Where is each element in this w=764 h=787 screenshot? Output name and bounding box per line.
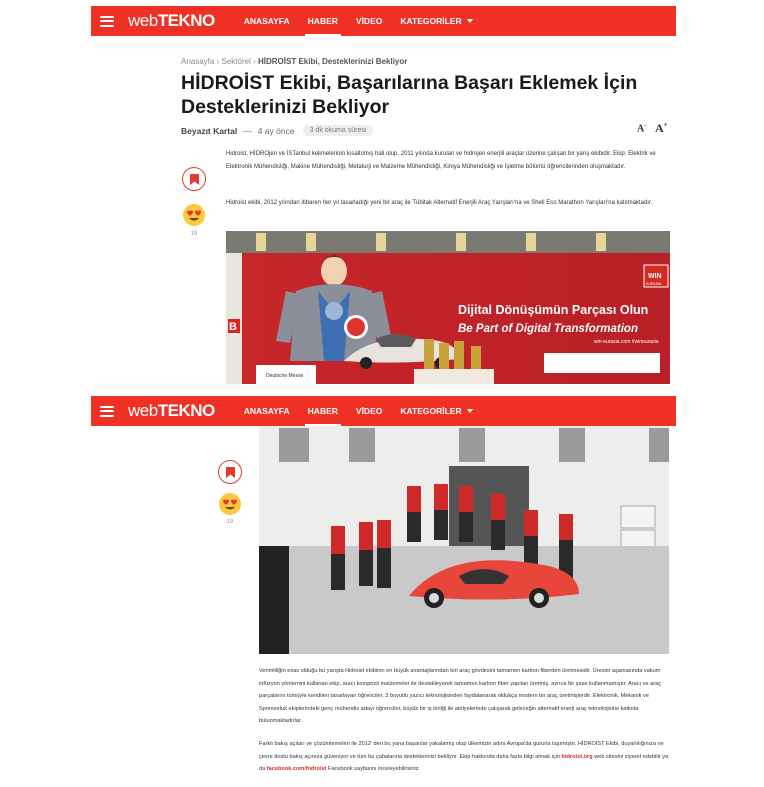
- heart-eyes-emoji-icon[interactable]: [182, 203, 206, 227]
- publish-time: 4 ay önce: [257, 125, 295, 136]
- bookmark-icon: [189, 173, 199, 185]
- top-navbar: webTEKNO ANASAYFA HABER VİDEO KATEGORİLE…: [91, 6, 676, 36]
- hidroist-link[interactable]: hidroist.org: [562, 754, 593, 760]
- banner-illustration: Dijital Dönüşümün Parçası Olun Be Part o…: [226, 231, 670, 384]
- bookmark-button[interactable]: [182, 167, 206, 191]
- screenshot-frame: webTEKNO ANASAYFA HABER VİDEO KATEGORİLE…: [0, 0, 764, 787]
- nav-haber[interactable]: HABER: [299, 396, 347, 426]
- banner-left-letter: B: [229, 321, 237, 333]
- win-badge: WIN: [648, 273, 662, 280]
- breadcrumb-home[interactable]: Anasayfa: [181, 57, 214, 66]
- nav-kategoriler[interactable]: KATEGORİLER: [391, 396, 481, 426]
- banner-line2: Be Part of Digital Transformation: [458, 323, 638, 335]
- chevron-down-icon: [466, 19, 473, 23]
- author-name[interactable]: Beyazıt Kartal: [181, 126, 237, 136]
- team-photo: [259, 426, 669, 654]
- font-increase-button[interactable]: A+: [655, 121, 668, 136]
- font-decrease-button[interactable]: A-: [637, 123, 646, 134]
- reaction-count: 19: [226, 519, 234, 525]
- heart-eyes-emoji-icon[interactable]: [218, 492, 242, 516]
- menu-icon[interactable]: [100, 15, 114, 27]
- reaction-count: 19: [190, 231, 198, 237]
- facebook-link[interactable]: facebook.com/hidroist: [267, 766, 327, 772]
- article-banner-image: Dijital Dönüşümün Parçası Olun Be Part o…: [226, 231, 670, 384]
- article-meta: Beyazıt Kartal — 4 ay önce 3 dk okuma sü…: [181, 125, 374, 136]
- menu-icon[interactable]: [100, 405, 114, 417]
- chevron-down-icon: [466, 409, 473, 413]
- breadcrumb-current: HİDROİST Ekibi, Desteklerinizi Bekliyor: [258, 57, 408, 66]
- nav-kategoriler[interactable]: KATEGORİLER: [391, 6, 481, 36]
- banner-footer-left: Deutsche Messe: [266, 373, 303, 379]
- breadcrumb-category[interactable]: Sektörel: [222, 57, 251, 66]
- paragraph-1: Hidroist, HİDROjen ve İSTanbul kelimeler…: [226, 151, 656, 170]
- nav-haber[interactable]: HABER: [299, 6, 347, 36]
- article-title: HİDROİST Ekibi, Başarılarına Başarı Ekle…: [181, 72, 638, 118]
- site-logo[interactable]: webTEKNO: [128, 401, 215, 421]
- nav-video[interactable]: VİDEO: [347, 6, 391, 36]
- nav-video[interactable]: VİDEO: [347, 396, 391, 426]
- nav-anasayfa[interactable]: ANASAYFA: [235, 6, 299, 36]
- bookmark-button[interactable]: [218, 460, 242, 484]
- bookmark-icon: [225, 466, 235, 478]
- paragraph-2: Hidroist ekibi, 2012 yılından itibaren h…: [226, 200, 653, 206]
- site-logo[interactable]: webTEKNO: [128, 11, 215, 31]
- banner-line1: Dijital Dönüşümün Parçası Olun: [458, 303, 648, 317]
- nav-anasayfa[interactable]: ANASAYFA: [235, 396, 299, 426]
- read-time-badge: 3 dk okuma süresi: [302, 125, 374, 136]
- banner-footer-right: win-eurasia.com #wineurasia: [594, 339, 659, 345]
- breadcrumb: Anasayfa › Sektörel › HİDROİST Ekibi, De…: [181, 57, 408, 66]
- paragraph-4: Farklı bakış açıları ve çözümlemeleri il…: [259, 741, 669, 772]
- win-badge-sub: EURASIA: [646, 282, 662, 286]
- team-photo-illustration: [259, 426, 669, 654]
- paragraph-3: Verimliliğin esas olduğu bu yarışta Hidr…: [259, 668, 661, 724]
- top-navbar-2: webTEKNO ANASAYFA HABER VİDEO KATEGORİLE…: [91, 396, 676, 426]
